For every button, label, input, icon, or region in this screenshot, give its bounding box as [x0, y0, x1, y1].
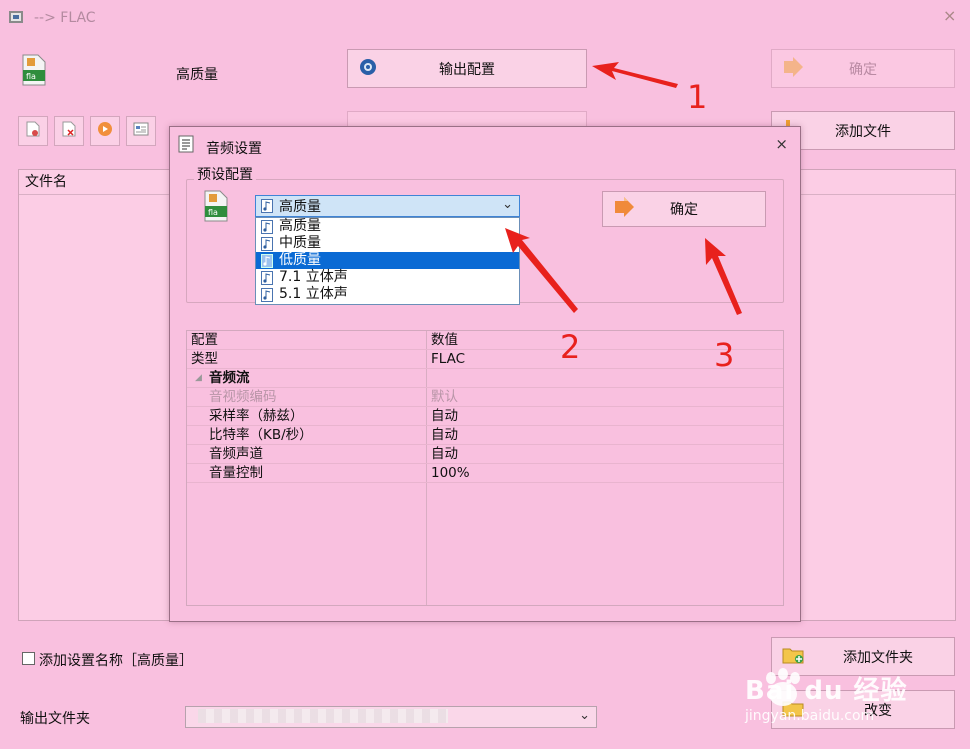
- info-icon: [133, 122, 149, 140]
- arrow-right-icon: [782, 56, 804, 81]
- dialog-flac-icon: fla: [203, 190, 229, 222]
- arrow-right-icon: [613, 197, 635, 221]
- add-setting-name-label: 添加设置名称［高质量］: [39, 653, 193, 669]
- grid-row-volume[interactable]: 音量控制 100%: [187, 464, 783, 483]
- window-close-button[interactable]: ×: [943, 6, 956, 25]
- ok-label-main: 确定: [849, 61, 877, 78]
- flac-file-icon: fla: [21, 54, 47, 86]
- preset-name: 高质量: [176, 67, 218, 83]
- svg-text:fla: fla: [26, 72, 36, 81]
- dialog-icon: [178, 135, 194, 157]
- ok-button-main[interactable]: 确定: [771, 49, 955, 88]
- dialog-title: 音频设置: [206, 141, 262, 157]
- svg-text:fla: fla: [208, 208, 218, 217]
- chevron-down-icon: ⌄: [502, 197, 513, 212]
- remove-file-button[interactable]: [18, 116, 48, 146]
- music-note-icon: [259, 270, 275, 285]
- play-icon: [97, 121, 113, 141]
- music-note-icon: [259, 253, 275, 268]
- output-config-button[interactable]: 输出配置: [347, 49, 587, 88]
- preset-option-medium[interactable]: 中质量: [256, 235, 519, 252]
- preset-combobox[interactable]: 高质量 ⌄: [255, 195, 520, 217]
- preset-combo-value: 高质量: [279, 199, 321, 215]
- annotation-label-1: 1: [687, 78, 708, 116]
- gear-icon: [358, 57, 378, 81]
- clear-list-icon: [62, 121, 76, 141]
- output-config-label: 输出配置: [439, 61, 495, 78]
- add-file-label: 添加文件: [835, 123, 891, 140]
- annotation-label-3: 3: [714, 336, 735, 374]
- grid-row-audio-stream[interactable]: ◢ 音频流: [187, 369, 783, 388]
- watermark-brand: Bai du 经验: [745, 676, 908, 706]
- music-note-icon: [259, 287, 275, 302]
- grid-row-codec[interactable]: 音视频编码 默认: [187, 388, 783, 407]
- preset-group-label: 预设配置: [194, 164, 256, 184]
- music-note-icon: [259, 199, 275, 213]
- annotation-label-2: 2: [560, 328, 581, 366]
- grid-header: 配置 数值: [187, 331, 783, 350]
- window-title: --> FLAC: [34, 10, 96, 26]
- app-icon: [8, 9, 24, 25]
- grid-row-bitrate[interactable]: 比特率（KB/秒） 自动: [187, 426, 783, 445]
- preset-option-5-1[interactable]: 5.1 立体声: [256, 286, 519, 303]
- preset-option-low[interactable]: 低质量: [256, 252, 519, 269]
- property-grid[interactable]: 配置 数值 类型 FLAC ◢ 音频流 音视频编码 默认 采样率（赫兹） 自动 …: [186, 330, 784, 606]
- output-folder-label: 输出文件夹: [20, 711, 90, 727]
- info-button[interactable]: [126, 116, 156, 146]
- play-button[interactable]: [90, 116, 120, 146]
- remove-file-icon: [26, 121, 40, 141]
- clear-list-button[interactable]: [54, 116, 84, 146]
- preset-option-high[interactable]: 高质量: [256, 218, 519, 235]
- blurred-path: [198, 709, 448, 723]
- preset-dropdown-list[interactable]: 高质量 中质量 低质量 7.1 立体声 5.1 立体声: [255, 217, 520, 305]
- arrow-1: [592, 62, 678, 88]
- add-setting-name-checkbox[interactable]: [22, 652, 35, 665]
- audio-settings-dialog: 音频设置 × 预设配置 fla 高质量 ⌄ 高质量 中质量 低质量 7.1 立体…: [169, 126, 801, 622]
- dialog-close-button[interactable]: ×: [775, 135, 788, 153]
- dialog-ok-label: 确定: [670, 202, 698, 218]
- dialog-ok-button[interactable]: 确定: [602, 191, 766, 227]
- preset-option-7-1[interactable]: 7.1 立体声: [256, 269, 519, 286]
- music-note-icon: [259, 236, 275, 251]
- grid-row-sample-rate[interactable]: 采样率（赫兹） 自动: [187, 407, 783, 426]
- watermark-url: jingyan.baidu.com: [745, 708, 875, 724]
- grid-row-channels[interactable]: 音频声道 自动: [187, 445, 783, 464]
- music-note-icon: [259, 219, 275, 234]
- chevron-down-icon: ⌄: [579, 708, 590, 723]
- grid-row-type[interactable]: 类型 FLAC: [187, 350, 783, 369]
